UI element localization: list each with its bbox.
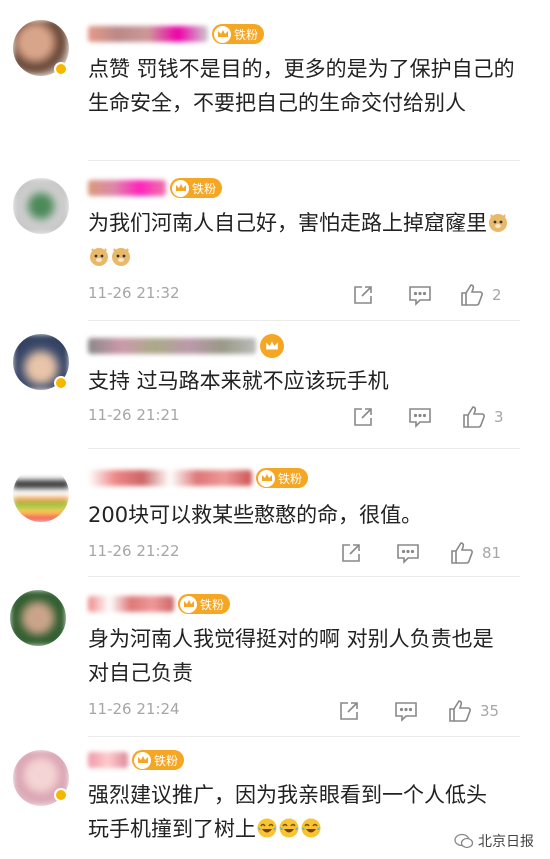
comment-icon[interactable] [408, 282, 432, 308]
fan-badge: 铁粉 [212, 24, 265, 44]
comment-icon[interactable] [396, 540, 420, 566]
fan-badge: 铁粉 [132, 750, 185, 770]
comment-item: 铁粉 点赞 罚钱不是目的，更多的是为了保护自己的生命安全，不要把自己的生命交付给… [0, 0, 550, 160]
fan-badge-label: 铁粉 [278, 471, 303, 486]
laugh-cry-emoji [300, 817, 322, 841]
username-row[interactable]: 铁粉 [88, 22, 265, 46]
comment-text: 支持 过马路本来就不应该玩手机 [88, 369, 389, 393]
comment-item: 铁粉 为我们河南人自己好，害怕走路上掉窟窿里 11-26 21:32 2 [0, 160, 550, 320]
fan-badge-label: 铁粉 [192, 181, 217, 196]
comment-time: 11-26 21:21 [88, 406, 180, 424]
like-count: 81 [482, 544, 502, 562]
comment-text-body: 为我们河南人自己好，害怕走路上掉窟窿里 [88, 211, 487, 235]
crown-icon [260, 334, 284, 358]
crown-icon [214, 25, 231, 43]
avatar[interactable] [10, 590, 66, 646]
crown-icon [172, 179, 189, 197]
comment-text: 200块可以救某些憨憨的命，很值。 [88, 503, 423, 527]
avatar[interactable] [13, 466, 69, 522]
fan-badge: 铁粉 [170, 178, 223, 198]
crown-icon [180, 595, 197, 613]
avatar[interactable] [13, 178, 69, 234]
blurred-username [88, 752, 128, 768]
username-row[interactable]: 铁粉 [88, 466, 309, 490]
share-icon[interactable] [340, 540, 362, 566]
fan-badge-label: 铁粉 [200, 597, 225, 612]
watermark-label: 北京日报 [478, 834, 534, 850]
verified-badge-icon [54, 788, 68, 802]
comment-meta: 11-26 21:24 35 [88, 696, 530, 726]
fan-badge: 铁粉 [256, 468, 309, 488]
laugh-cry-emoji [256, 817, 278, 841]
verified-badge-icon [54, 62, 68, 76]
verified-badge-icon [54, 376, 68, 390]
blurred-username [88, 180, 166, 196]
comment-icon[interactable] [408, 404, 432, 430]
fan-badge: 铁粉 [178, 594, 231, 614]
fan-badge-label: 铁粉 [154, 753, 179, 768]
thumbs-up-icon [463, 406, 485, 428]
username-row[interactable]: 铁粉 [88, 176, 223, 200]
comment-item: 铁粉 200块可以救某些憨憨的命，很值。 11-26 21:22 81 [0, 448, 550, 578]
comment-item: 铁粉 身为河南人我觉得挺对的啊 对别人负责也是对自己负责 11-26 21:24… [0, 576, 550, 736]
blurred-username [88, 470, 252, 486]
thumbs-up-icon [449, 700, 471, 722]
thumbs-up-icon [461, 284, 483, 306]
watermark: 北京日报 [454, 831, 534, 851]
like-button[interactable]: 35 [448, 698, 499, 724]
crown-icon [258, 469, 275, 487]
comment-meta: 11-26 21:21 3 [88, 402, 530, 432]
like-button[interactable]: 81 [450, 540, 501, 566]
laugh-cry-emoji [278, 817, 300, 841]
comment-icon[interactable] [394, 698, 418, 724]
fan-badge-label: 铁粉 [234, 27, 259, 42]
comment-text: 身为河南人我觉得挺对的啊 对别人负责也是对自己负责 [88, 627, 494, 685]
doge-emoji [88, 245, 110, 269]
like-count: 2 [492, 286, 502, 304]
comment-meta: 11-26 21:22 81 [88, 538, 530, 568]
comment-time: 11-26 21:24 [88, 700, 180, 718]
blurred-username [88, 338, 256, 354]
thumbs-up-icon [451, 542, 473, 564]
doge-emoji [487, 211, 509, 235]
like-count: 35 [480, 702, 500, 720]
comment-time: 11-26 21:32 [88, 284, 180, 302]
username-row[interactable] [88, 334, 284, 358]
wechat-icon [454, 833, 474, 849]
crown-icon [134, 751, 151, 769]
blurred-username [88, 596, 174, 612]
comment-item: 支持 过马路本来就不应该玩手机 11-26 21:21 3 [0, 320, 550, 450]
doge-emoji [110, 245, 132, 269]
comment-time: 11-26 21:22 [88, 542, 180, 560]
comment-text: 强烈建议推广，因为我亲眼看到一个人低头玩手机撞到了树上 [88, 778, 490, 846]
comment-text: 点赞 罚钱不是目的，更多的是为了保护自己的生命安全，不要把自己的生命交付给别人 [88, 57, 515, 115]
share-icon[interactable] [338, 698, 360, 724]
share-icon[interactable] [352, 282, 374, 308]
username-row[interactable]: 铁粉 [88, 592, 231, 616]
blurred-username [88, 26, 208, 42]
like-button[interactable]: 3 [462, 404, 504, 430]
like-count: 3 [494, 408, 504, 426]
comment-text: 为我们河南人自己好，害怕走路上掉窟窿里 [88, 206, 530, 274]
share-icon[interactable] [352, 404, 374, 430]
like-button[interactable]: 2 [460, 282, 502, 308]
username-row[interactable]: 铁粉 [88, 748, 185, 772]
comment-meta: 11-26 21:32 2 [88, 280, 530, 310]
